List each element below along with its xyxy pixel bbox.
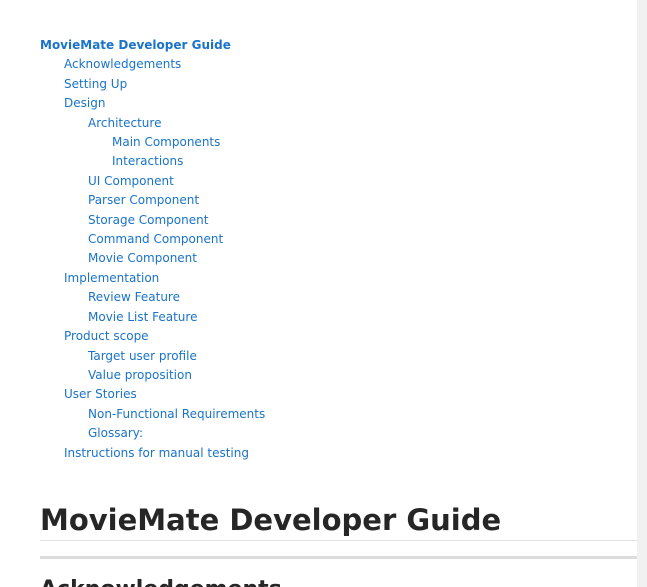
toc-list-item: Setting Up bbox=[40, 75, 265, 94]
page: MovieMate Developer Guide Acknowledgement… bbox=[0, 0, 647, 587]
toc-link-storage-component[interactable]: Storage Component bbox=[40, 211, 265, 230]
toc-list-item: Target user profile bbox=[40, 347, 265, 366]
toc-link-non-functional-requirements[interactable]: Non-Functional Requirements bbox=[40, 405, 265, 424]
toc-list-item: Parser Component bbox=[40, 191, 265, 210]
toc-link-target-user-profile[interactable]: Target user profile bbox=[40, 347, 265, 366]
toc-list-item: Product scope bbox=[40, 327, 265, 346]
toc-link-review-feature[interactable]: Review Feature bbox=[40, 288, 265, 307]
toc-link-architecture[interactable]: Architecture bbox=[40, 114, 265, 133]
page-title: MovieMate Developer Guide bbox=[40, 503, 502, 537]
toc-link-glossary[interactable]: Glossary: bbox=[40, 424, 265, 443]
scrollbar[interactable] bbox=[637, 0, 647, 587]
toc-list-item: MovieMate Developer Guide bbox=[40, 36, 265, 55]
toc-list-item: Acknowledgements bbox=[40, 55, 265, 74]
toc-list-item: Value proposition bbox=[40, 366, 265, 385]
toc-list-item: Implementation bbox=[40, 269, 265, 288]
toc-link-movie-component[interactable]: Movie Component bbox=[40, 249, 265, 268]
toc-link-movie-list-feature[interactable]: Movie List Feature bbox=[40, 308, 265, 327]
toc-list-item: Movie Component bbox=[40, 249, 265, 268]
toc-link-acknowledgements[interactable]: Acknowledgements bbox=[40, 55, 265, 74]
toc-list-item: Main Components bbox=[40, 133, 265, 152]
toc-list-item: UI Component bbox=[40, 172, 265, 191]
toc-link-setting-up[interactable]: Setting Up bbox=[40, 75, 265, 94]
toc-list-item: Instructions for manual testing bbox=[40, 444, 265, 463]
toc-link-moviemate-developer-guide[interactable]: MovieMate Developer Guide bbox=[40, 36, 265, 55]
toc-list-item: Command Component bbox=[40, 230, 265, 249]
toc-list-item: Design bbox=[40, 94, 265, 113]
toc-link-value-proposition[interactable]: Value proposition bbox=[40, 366, 265, 385]
toc-list-item: Movie List Feature bbox=[40, 308, 265, 327]
toc-list-item: Storage Component bbox=[40, 211, 265, 230]
table-of-contents: MovieMate Developer Guide Acknowledgement… bbox=[40, 36, 265, 463]
toc-link-instructions-for-manual-testing[interactable]: Instructions for manual testing bbox=[40, 444, 265, 463]
toc-list-item: Interactions bbox=[40, 152, 265, 171]
toc-link-user-stories[interactable]: User Stories bbox=[40, 385, 265, 404]
toc-link-implementation[interactable]: Implementation bbox=[40, 269, 265, 288]
toc-list-item: Architecture bbox=[40, 114, 265, 133]
title-divider bbox=[40, 540, 637, 541]
toc-list-item: User Stories bbox=[40, 385, 265, 404]
toc-list-item: Review Feature bbox=[40, 288, 265, 307]
section-divider bbox=[40, 556, 637, 559]
toc-link-product-scope[interactable]: Product scope bbox=[40, 327, 265, 346]
toc-list-item: Non-Functional Requirements bbox=[40, 405, 265, 424]
toc-link-command-component[interactable]: Command Component bbox=[40, 230, 265, 249]
toc-link-interactions[interactable]: Interactions bbox=[40, 152, 265, 171]
toc-link-main-components[interactable]: Main Components bbox=[40, 133, 265, 152]
toc-list-item: Glossary: bbox=[40, 424, 265, 443]
toc-link-parser-component[interactable]: Parser Component bbox=[40, 191, 265, 210]
toc-link-ui-component[interactable]: UI Component bbox=[40, 172, 265, 191]
section-heading-acknowledgements: Acknowledgements bbox=[40, 575, 282, 587]
toc-link-design[interactable]: Design bbox=[40, 94, 265, 113]
